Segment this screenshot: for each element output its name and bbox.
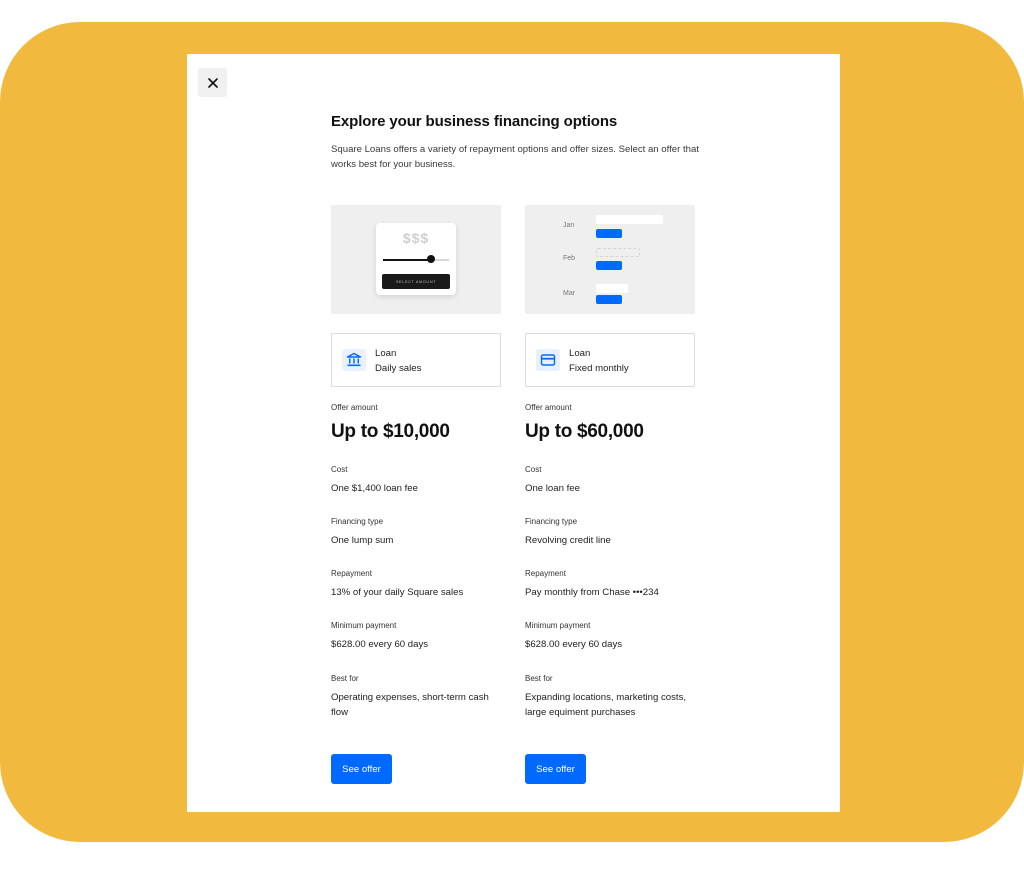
month-bar-payment (596, 261, 622, 270)
select-amount-button: SELECT AMOUNT (382, 274, 450, 289)
monthly-illustration: Jan Feb Mar (525, 205, 695, 314)
cost-label: Cost (331, 465, 348, 474)
see-offer-button[interactable]: See offer (331, 754, 392, 784)
repayment-label: Repayment (331, 569, 372, 578)
offer-amount: Up to $60,000 (525, 421, 644, 442)
loan-type-card: Loan Daily sales (331, 333, 501, 387)
dialog-title: Explore your business financing options (331, 113, 618, 130)
loan-type-label: Loan (375, 348, 397, 359)
month-bar-placeholder (596, 248, 640, 257)
month-label: Jan (563, 222, 575, 229)
loan-type-schedule: Fixed monthly (569, 363, 629, 374)
financing-type-label: Financing type (331, 517, 384, 526)
best-for-value: Operating expenses, short-term cash flow (331, 692, 489, 718)
repayment-label: Repayment (525, 569, 566, 578)
loan-type-label: Loan (569, 348, 591, 359)
see-offer-button[interactable]: See offer (525, 754, 586, 784)
amount-currency-symbols: $$$ (402, 230, 430, 246)
loan-type-card: Loan Fixed monthly (525, 333, 695, 387)
dialog-subtitle: Square Loans offers a variety of repayme… (331, 144, 699, 170)
minimum-payment-value: $628.00 every 60 days (525, 639, 623, 650)
credit-card-icon (540, 354, 556, 366)
offer-column-monthly: Jan Feb Mar Loan Fixed monthly (525, 205, 695, 387)
financing-type-value: Revolving credit line (525, 535, 611, 546)
minimum-payment-value: $628.00 every 60 days (331, 639, 429, 650)
bank-icon (346, 352, 362, 367)
repayment-value: 13% of your daily Square sales (331, 587, 464, 598)
close-icon (207, 77, 218, 88)
amount-slider-knob (427, 255, 435, 263)
offer-amount: Up to $10,000 (331, 421, 450, 442)
best-for-label: Best for (331, 674, 359, 683)
month-label: Mar (563, 290, 576, 297)
repayment-value: Pay monthly from Chase •••234 (525, 587, 659, 598)
offer-column-daily: $$$ SELECT AMOUNT Loan Daily sales (331, 205, 501, 387)
cost-label: Cost (525, 465, 542, 474)
cost-value: One $1,400 loan fee (331, 483, 418, 494)
financing-type-value: One lump sum (331, 535, 394, 546)
amount-slider-fill (383, 259, 431, 261)
amount-illustration: $$$ SELECT AMOUNT (331, 205, 501, 314)
amount-card: $$$ SELECT AMOUNT (376, 223, 456, 295)
offer-amount-label: Offer amount (331, 403, 378, 412)
financing-type-label: Financing type (525, 517, 578, 526)
month-bar-placeholder (596, 284, 628, 293)
offer-amount-label: Offer amount (525, 403, 572, 412)
minimum-payment-label: Minimum payment (525, 621, 591, 630)
month-label: Feb (563, 255, 576, 262)
amount-slider-track (383, 259, 449, 261)
best-for-label: Best for (525, 674, 553, 683)
loan-type-schedule: Daily sales (375, 363, 422, 374)
close-button[interactable] (198, 68, 227, 97)
month-bar-payment (596, 295, 622, 304)
minimum-payment-label: Minimum payment (331, 621, 397, 630)
month-bar-payment (596, 229, 622, 238)
cost-value: One loan fee (525, 483, 580, 494)
best-for-value: Expanding locations, marketing costs, la… (525, 692, 687, 718)
month-bar-placeholder (596, 215, 663, 224)
